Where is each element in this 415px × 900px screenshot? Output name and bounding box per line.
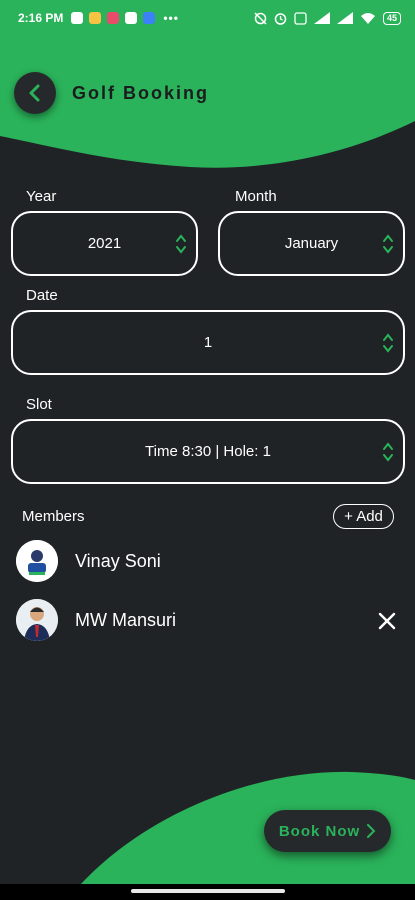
wifi-icon xyxy=(360,13,375,24)
month-select[interactable]: January xyxy=(218,211,405,276)
notification-icons xyxy=(71,12,156,24)
system-icons: 45 xyxy=(254,11,401,25)
member-name: Vinay Soni xyxy=(75,550,161,571)
member-item: Vinay Soni xyxy=(16,540,161,582)
signal-icon xyxy=(336,12,353,24)
slot-label: Slot xyxy=(26,396,52,413)
avatar xyxy=(16,599,58,641)
app-notification-icon xyxy=(71,12,84,24)
volte-icon xyxy=(294,11,307,25)
chevron-right-icon xyxy=(367,824,376,838)
home-gesture-handle[interactable] xyxy=(131,889,285,893)
sync-off-icon xyxy=(254,11,267,25)
battery-indicator: 45 xyxy=(382,11,401,25)
up-down-arrows-icon xyxy=(176,233,186,254)
date-select[interactable]: 1 xyxy=(11,310,405,375)
members-label: Members xyxy=(22,508,85,525)
back-button[interactable] xyxy=(14,72,56,114)
status-bar: 2:16 PM ••• 45 xyxy=(0,0,415,36)
more-notifications-icon: ••• xyxy=(163,11,179,25)
up-down-arrows-icon xyxy=(383,332,393,353)
year-select[interactable]: 2021 xyxy=(11,211,198,276)
up-down-arrows-icon xyxy=(383,233,393,254)
add-member-button[interactable]: + Add xyxy=(333,504,394,529)
member-name: MW Mansuri xyxy=(75,609,177,630)
app-notification-icon xyxy=(89,12,102,24)
up-down-arrows-icon xyxy=(383,441,393,462)
app-notification-icon xyxy=(143,12,156,24)
app-notification-icon xyxy=(107,12,120,24)
month-value: January xyxy=(284,235,339,252)
year-label: Year xyxy=(26,188,57,205)
person-icon xyxy=(16,599,58,641)
alarm-icon xyxy=(274,12,287,25)
date-value: 1 xyxy=(203,334,213,351)
chevron-left-icon xyxy=(29,84,40,102)
month-label: Month xyxy=(235,188,277,205)
member-item: MW Mansuri xyxy=(16,599,176,641)
slot-select[interactable]: Time 8:30 | Hole: 1 xyxy=(11,419,405,484)
avatar xyxy=(16,540,58,582)
year-value: 2021 xyxy=(87,235,122,252)
whatsapp-icon xyxy=(125,12,138,24)
person-icon xyxy=(16,540,58,582)
book-now-button[interactable]: Book Now xyxy=(264,810,391,852)
remove-member-icon[interactable] xyxy=(378,612,396,630)
status-time: 2:16 PM xyxy=(18,11,64,25)
page-title: Golf Booking xyxy=(72,83,209,103)
date-label: Date xyxy=(26,287,58,304)
signal-icon xyxy=(313,12,330,24)
slot-value: Time 8:30 | Hole: 1 xyxy=(145,443,271,460)
book-now-label: Book Now xyxy=(278,822,361,840)
